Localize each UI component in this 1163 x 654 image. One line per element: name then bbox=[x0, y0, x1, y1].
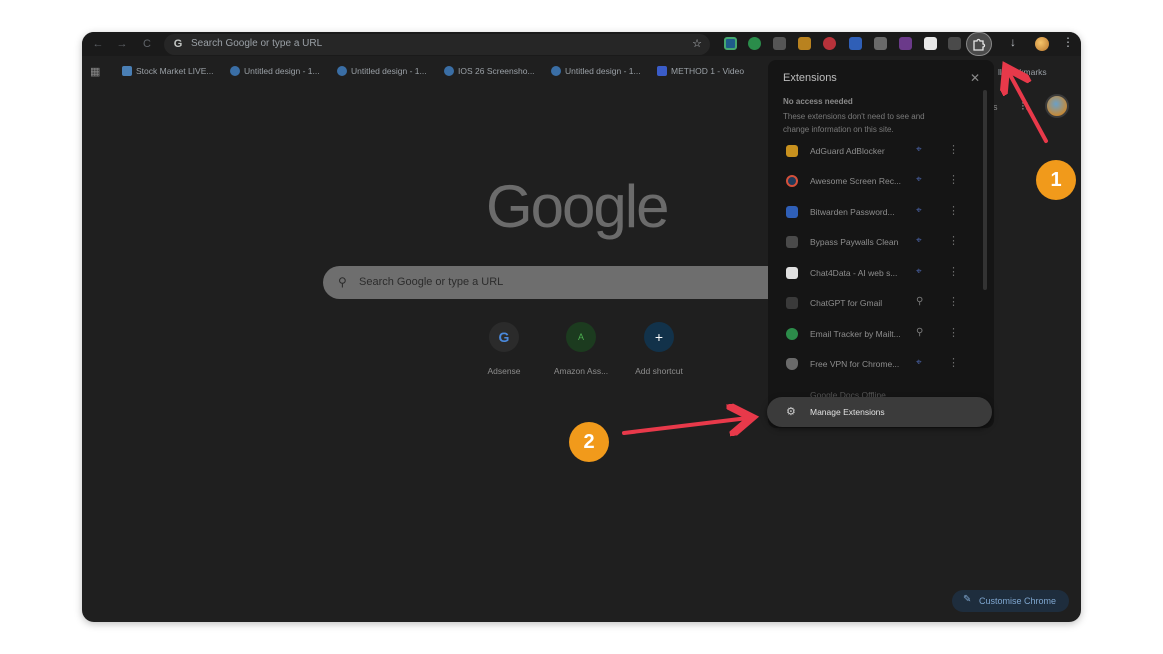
step-badge-2: 2 bbox=[569, 422, 609, 462]
step-badge-1: 1 bbox=[1036, 160, 1076, 200]
annotation-layer bbox=[622, 0, 1048, 654]
arrow-to-puzzle bbox=[1008, 71, 1048, 143]
arrow-to-manage bbox=[622, 418, 748, 433]
